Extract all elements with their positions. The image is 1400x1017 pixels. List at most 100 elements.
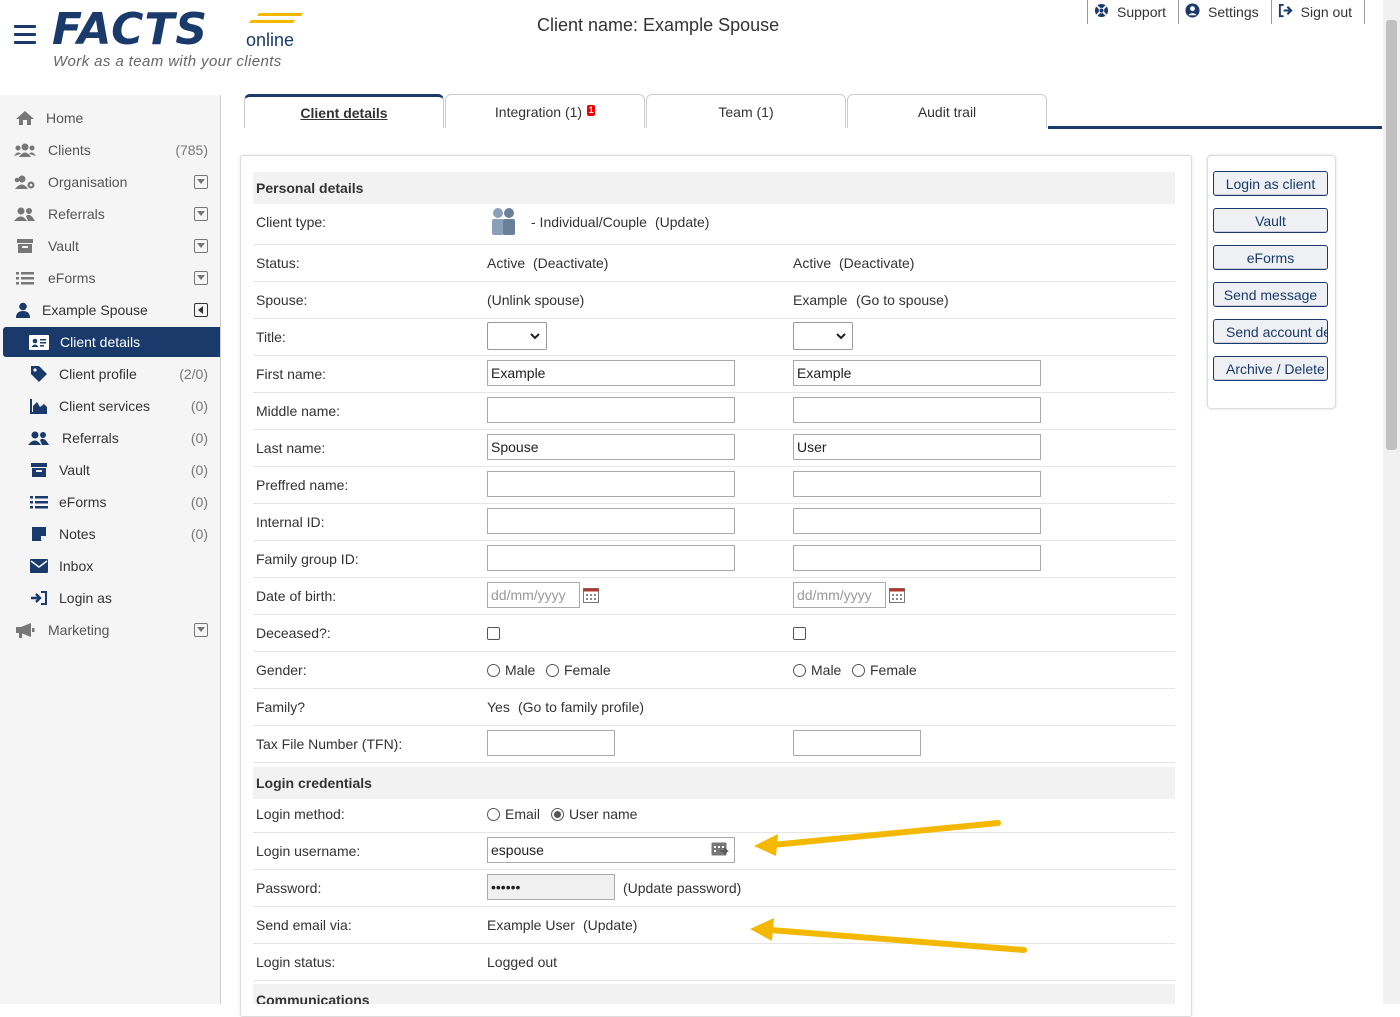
tfn-b-input[interactable] (793, 730, 921, 756)
sidebar-item-vault[interactable]: Vault (0, 231, 220, 261)
family-group-a-input[interactable] (487, 545, 735, 571)
sidebar-item-client-vault[interactable]: Vault (0) (0, 455, 220, 485)
internal-id-b-input[interactable] (793, 508, 1041, 534)
password-manager-icon[interactable] (711, 842, 729, 859)
middle-name-label: Middle name: (256, 403, 341, 419)
send-email-update-link[interactable]: (Update) (583, 917, 637, 933)
sidebar-item-inbox[interactable]: Inbox (0, 551, 220, 581)
sidebar-item-eforms[interactable]: eForms (0, 263, 220, 293)
unlink-spouse-link[interactable]: (Unlink spouse) (487, 292, 584, 308)
logo: FACTS online Work as a team with your cl… (52, 4, 312, 74)
sidebar-item-clients[interactable]: Clients (785) (0, 135, 220, 165)
tab-audit-trail[interactable]: Audit trail (847, 94, 1047, 128)
send-account-details-button[interactable]: Send account details (1213, 319, 1328, 344)
deactivate-b-link[interactable]: (Deactivate) (839, 255, 914, 271)
go-to-family-link[interactable]: (Go to family profile) (518, 699, 644, 715)
sidebar-item-count: (0) (190, 494, 208, 510)
sidebar-item-notes[interactable]: Notes (0) (0, 519, 220, 549)
middle-name-b-input[interactable] (793, 397, 1041, 423)
dob-a-input[interactable]: dd/mm/yyyy (487, 582, 580, 608)
deceased-label: Deceased?: (256, 625, 331, 641)
dob-b-input[interactable]: dd/mm/yyyy (793, 582, 886, 608)
chevron-down-icon[interactable] (194, 271, 208, 285)
menu-toggle-button[interactable] (14, 25, 36, 44)
logo-dash (257, 13, 303, 16)
support-label: Support (1117, 4, 1167, 20)
sidebar-item-count: (785) (175, 142, 208, 158)
calendar-icon[interactable] (889, 587, 905, 603)
update-password-link[interactable]: (Update password) (623, 880, 741, 896)
dob-row (253, 578, 1175, 615)
preferred-name-a-input[interactable] (487, 471, 735, 497)
sidebar-item-organisation[interactable]: Organisation (0, 167, 220, 197)
deceased-a-checkbox[interactable] (487, 627, 500, 640)
first-name-b-input[interactable]: Example (793, 360, 1041, 386)
user-friends-icon (14, 206, 36, 222)
tab-team[interactable]: Team (1) (646, 94, 846, 128)
deceased-b-checkbox[interactable] (793, 627, 806, 640)
sidebar-item-client-eforms[interactable]: eForms (0) (0, 487, 220, 517)
login-as-client-button[interactable]: Login as client (1213, 171, 1328, 196)
sidebar-item-count: (2/0) (179, 366, 208, 382)
tab-integration[interactable]: Integration (1) 1 (445, 94, 645, 128)
sign-out-link[interactable]: Sign out (1270, 0, 1364, 24)
sidebar-item-marketing[interactable]: Marketing (0, 615, 220, 645)
login-username-input[interactable]: espouse (487, 837, 735, 863)
login-method-email-radio[interactable] (487, 808, 500, 821)
logo-tagline: Work as a team with your clients (53, 53, 282, 70)
settings-link[interactable]: Settings (1178, 0, 1271, 24)
login-method-username-radio[interactable] (551, 808, 564, 821)
chevron-down-icon[interactable] (194, 175, 208, 189)
chevron-down-icon[interactable] (194, 239, 208, 253)
last-name-a-input[interactable]: Spouse (487, 434, 735, 460)
page-title: Client name: Example Spouse (537, 15, 780, 35)
home-icon (14, 110, 36, 126)
deactivate-a-link[interactable]: (Deactivate) (533, 255, 608, 271)
list-icon (14, 270, 36, 286)
sidebar-item-referrals[interactable]: Referrals (0, 199, 220, 229)
chevron-down-icon[interactable] (194, 207, 208, 221)
gender-a-male-radio[interactable] (487, 664, 500, 677)
vault-button[interactable]: Vault (1213, 208, 1328, 233)
client-type-update-link[interactable]: (Update) (655, 214, 709, 230)
send-message-button[interactable]: Send message (1213, 282, 1328, 307)
sidebar-item-count: (0) (190, 526, 208, 542)
archive-delete-button[interactable]: Archive / Delete (1213, 356, 1328, 381)
internal-id-a-input[interactable] (487, 508, 735, 534)
sidebar-item-client-details[interactable]: Client details (3, 327, 220, 357)
login-status-value: Logged out (487, 954, 558, 970)
gender-b-female-radio[interactable] (852, 664, 865, 677)
spouse-row (253, 282, 1175, 319)
chevron-down-icon (836, 333, 846, 340)
tfn-a-input[interactable] (487, 730, 615, 756)
sidebar-item-example-spouse[interactable]: Example Spouse (0, 295, 220, 325)
chevron-left-icon[interactable] (194, 303, 208, 317)
client-type-label: Client type: (256, 214, 327, 230)
go-to-spouse-link[interactable]: (Go to spouse) (856, 292, 949, 308)
sidebar-item-home[interactable]: Home (0, 103, 220, 133)
sidebar-item-login-as[interactable]: Login as (0, 583, 220, 613)
family-group-b-input[interactable] (793, 545, 1041, 571)
password-label: Password: (256, 880, 322, 896)
middle-name-a-input[interactable] (487, 397, 735, 423)
eforms-button[interactable]: eForms (1213, 245, 1328, 270)
sidebar-item-client-referrals[interactable]: Referrals (0) (0, 423, 220, 453)
title-select-a[interactable] (487, 322, 547, 350)
support-link[interactable]: Support (1087, 0, 1178, 24)
chevron-down-icon[interactable] (194, 623, 208, 637)
sidebar-item-client-profile[interactable]: Client profile (2/0) (0, 359, 220, 389)
tab-client-details[interactable]: Client details (244, 94, 444, 128)
password-input[interactable]: •••••• (487, 874, 615, 900)
title-select-b[interactable] (793, 322, 853, 350)
last-name-b-input[interactable]: User (793, 434, 1041, 460)
sidebar-item-client-services[interactable]: Client services (0) (0, 391, 220, 421)
gender-b-male-radio[interactable] (793, 664, 806, 677)
sidebar-item-label: Login as (59, 590, 112, 606)
status-row (253, 245, 1175, 282)
preferred-name-b-input[interactable] (793, 471, 1041, 497)
sidebar-item-label: Home (46, 110, 84, 126)
scrollbar-thumb[interactable] (1386, 20, 1397, 450)
calendar-icon[interactable] (583, 587, 599, 603)
first-name-a-input[interactable]: Example (487, 360, 735, 386)
gender-a-female-radio[interactable] (546, 664, 559, 677)
